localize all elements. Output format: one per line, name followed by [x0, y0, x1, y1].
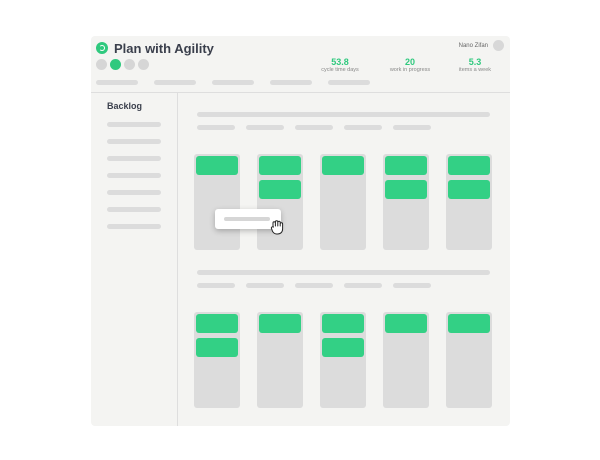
metric-label: items a week	[458, 67, 492, 73]
board-1-column-5[interactable]	[446, 154, 492, 250]
metric-label: cycle time days	[321, 67, 359, 73]
backlog-item[interactable]	[107, 190, 161, 195]
backlog-item[interactable]	[107, 173, 161, 178]
card[interactable]	[259, 156, 301, 175]
board-2-col-header	[197, 283, 235, 288]
card[interactable]	[322, 156, 364, 175]
app-window: Plan with Agility Nano Zifan 53.8 cycle …	[91, 36, 510, 426]
metric-value: 5.3	[468, 57, 482, 67]
card[interactable]	[448, 156, 490, 175]
metric-label: work in progress	[389, 67, 431, 73]
card-text-placeholder	[224, 217, 270, 221]
metric-value: 20	[404, 57, 415, 67]
view-dot-2[interactable]	[110, 59, 121, 70]
view-switcher	[96, 59, 149, 70]
grab-hand-icon	[270, 220, 284, 235]
metric-wip: 20 work in progress	[380, 57, 440, 74]
card[interactable]	[196, 338, 238, 357]
metric-value: 53.8	[331, 57, 349, 67]
board-2-col-header	[246, 283, 284, 288]
sidebar-title: Backlog	[107, 101, 143, 111]
sidebar: Backlog	[91, 93, 178, 426]
title-row: Plan with Agility	[96, 39, 214, 57]
board-2-title-placeholder	[197, 270, 490, 275]
nav-item[interactable]	[328, 80, 370, 85]
metric-throughput: 5.3 items a week	[445, 57, 505, 74]
board-2-col-header	[295, 283, 333, 288]
board-2-col-header	[344, 283, 382, 288]
nav-item[interactable]	[96, 80, 138, 85]
avatar[interactable]	[493, 40, 504, 51]
backlog-item[interactable]	[107, 139, 161, 144]
backlog-item[interactable]	[107, 156, 161, 161]
card[interactable]	[385, 156, 427, 175]
backlog-item[interactable]	[107, 224, 161, 229]
board-2-col-header	[393, 283, 431, 288]
board-1-col-header	[393, 125, 431, 130]
view-dot-3[interactable]	[124, 59, 135, 70]
card[interactable]	[385, 314, 427, 333]
board-2-column-2[interactable]	[257, 312, 303, 408]
view-dot-1[interactable]	[96, 59, 107, 70]
board-2-column-1[interactable]	[194, 312, 240, 408]
board-1-col-header	[295, 125, 333, 130]
nav-placeholders	[96, 80, 370, 85]
user-name: Nano Zifan	[458, 42, 488, 49]
card[interactable]	[385, 180, 427, 199]
card[interactable]	[259, 314, 301, 333]
board-1-column-3[interactable]	[320, 154, 366, 250]
card[interactable]	[322, 338, 364, 357]
board-1-column-1[interactable]	[194, 154, 240, 250]
card[interactable]	[322, 314, 364, 333]
agility-logo-icon	[96, 42, 108, 54]
board-1-column-4[interactable]	[383, 154, 429, 250]
board-2-column-3[interactable]	[320, 312, 366, 408]
board-1-title-placeholder	[197, 112, 490, 117]
metric-cycle-time: 53.8 cycle time days	[310, 57, 370, 74]
board-1-col-header	[344, 125, 382, 130]
card[interactable]	[259, 180, 301, 199]
nav-item[interactable]	[270, 80, 312, 85]
nav-item[interactable]	[154, 80, 196, 85]
card[interactable]	[448, 314, 490, 333]
user-menu[interactable]: Nano Zifan	[459, 40, 504, 51]
metrics: 53.8 cycle time days 20 work in progress…	[310, 57, 510, 75]
view-dot-4[interactable]	[138, 59, 149, 70]
card[interactable]	[448, 180, 490, 199]
backlog-item[interactable]	[107, 207, 161, 212]
board-2-column-5[interactable]	[446, 312, 492, 408]
card[interactable]	[196, 156, 238, 175]
backlog-item[interactable]	[107, 122, 161, 127]
app-title: Plan with Agility	[114, 40, 214, 56]
board-1-col-header	[246, 125, 284, 130]
card[interactable]	[196, 314, 238, 333]
nav-item[interactable]	[212, 80, 254, 85]
board-1-col-header	[197, 125, 235, 130]
board-2-column-4[interactable]	[383, 312, 429, 408]
